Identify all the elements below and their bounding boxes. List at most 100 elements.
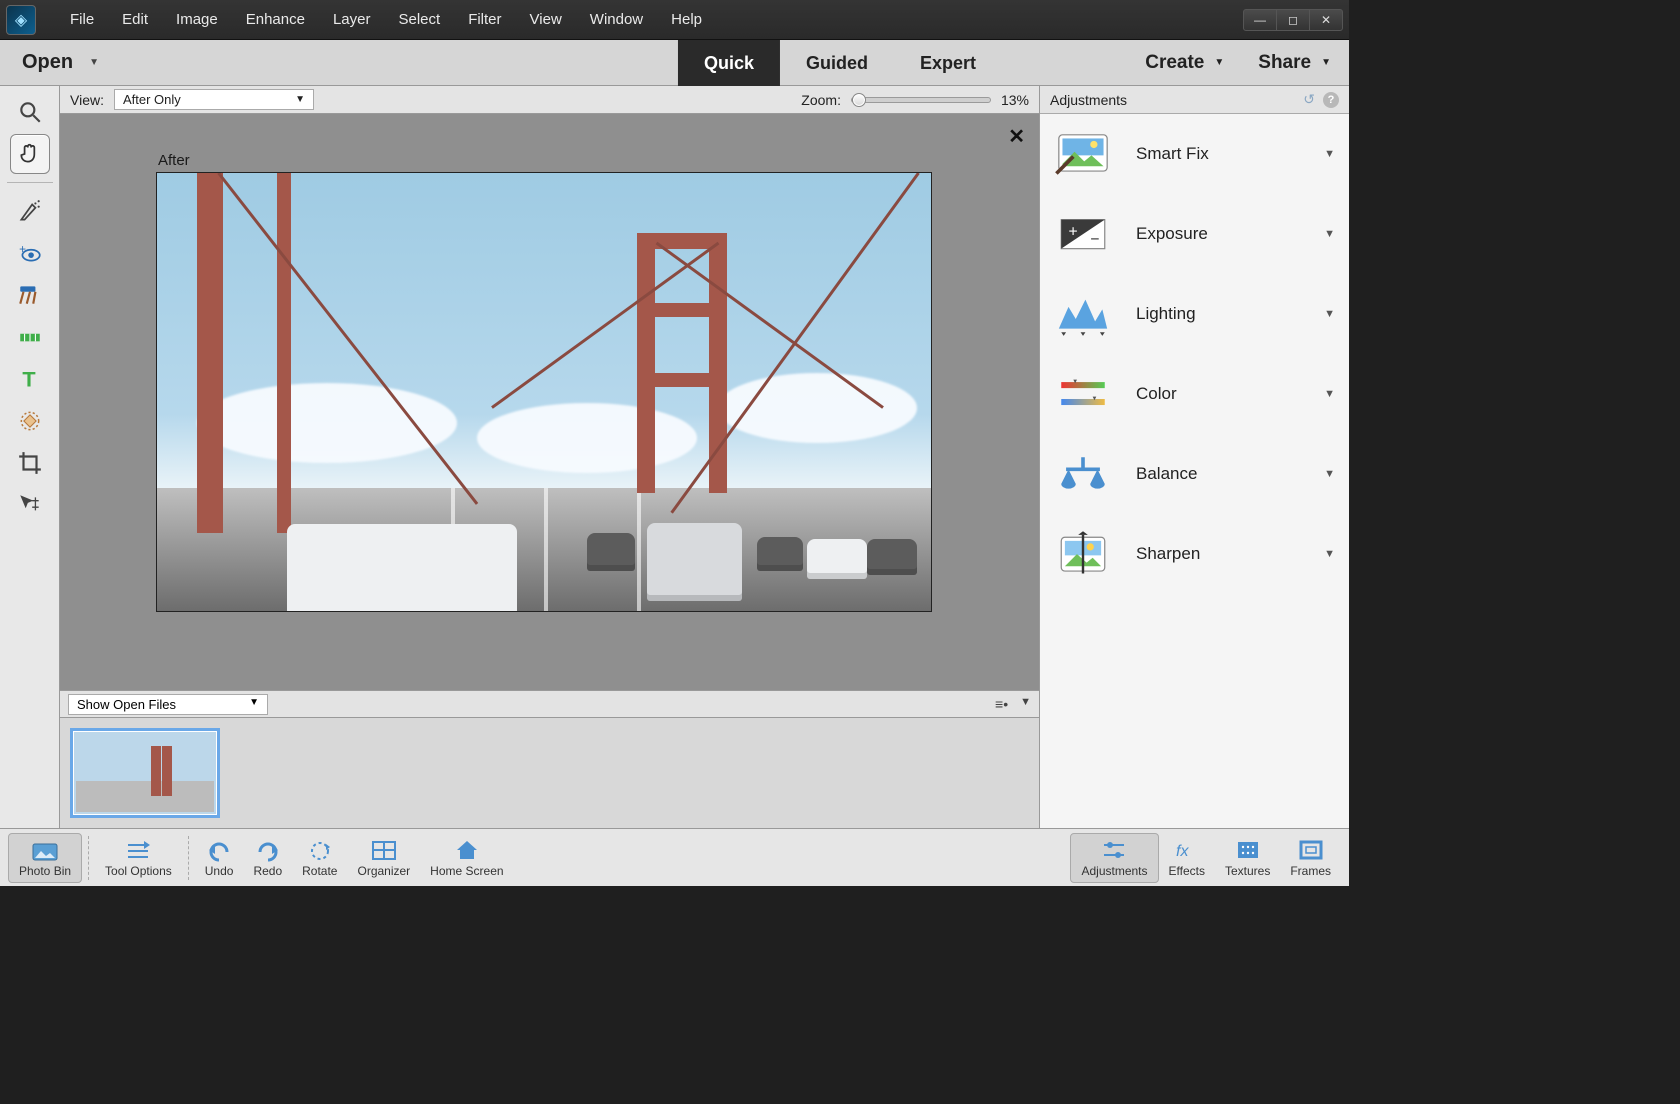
canvas-area: ✕ After (60, 114, 1039, 690)
undo-button[interactable]: Undo (195, 834, 244, 882)
tab-expert[interactable]: Expert (894, 40, 1002, 86)
tool-whiten-teeth[interactable] (10, 275, 50, 315)
tab-quick[interactable]: Quick (678, 40, 780, 86)
menu-select[interactable]: Select (384, 5, 454, 34)
image-canvas[interactable] (156, 172, 932, 612)
sharpen-icon (1054, 530, 1112, 578)
share-label: Share (1258, 52, 1311, 74)
tool-divider (7, 182, 53, 183)
adj-label: Lighting (1136, 304, 1300, 324)
redo-button[interactable]: Redo (243, 834, 292, 882)
btn-label: Tool Options (105, 864, 172, 878)
menu-edit[interactable]: Edit (108, 5, 162, 34)
photo-thumbnail[interactable] (70, 728, 220, 818)
effects-tab-button[interactable]: fx Effects (1159, 833, 1215, 883)
tool-text[interactable]: T (10, 359, 50, 399)
collapse-icon[interactable]: ▼ (1020, 696, 1031, 712)
mode-tabs: Quick Guided Expert (678, 40, 1002, 86)
adj-exposure[interactable]: +− Exposure ▼ (1040, 194, 1349, 274)
photo-bin-button[interactable]: Photo Bin (8, 833, 82, 883)
center-column: View: After Only ▼ Zoom: 13% ✕ After (60, 86, 1039, 828)
create-button[interactable]: Create▼ (1145, 52, 1224, 74)
share-button[interactable]: Share ▼ (1258, 52, 1331, 74)
exposure-icon: +− (1054, 210, 1112, 258)
btn-label: Organizer (357, 864, 410, 878)
menu-help[interactable]: Help (657, 5, 716, 34)
smart-fix-icon (1054, 130, 1112, 178)
maximize-button[interactable]: ◻ (1276, 9, 1310, 31)
adj-label: Sharpen (1136, 544, 1300, 564)
reset-icon[interactable]: ↺ (1303, 91, 1315, 108)
bin-select-value: Show Open Files (77, 697, 176, 712)
tab-guided[interactable]: Guided (780, 40, 894, 86)
rotate-button[interactable]: Rotate (292, 834, 347, 882)
chevron-down-icon: ▼ (1324, 388, 1335, 400)
adj-balance[interactable]: Balance ▼ (1040, 434, 1349, 514)
chevron-down-icon: ▼ (1321, 57, 1331, 68)
chevron-down-icon: ▼ (1324, 468, 1335, 480)
view-label: View: (70, 92, 104, 108)
open-button[interactable]: Open ▼ (0, 40, 121, 85)
balance-icon (1054, 450, 1112, 498)
textures-tab-button[interactable]: Textures (1215, 833, 1280, 883)
tool-crop[interactable] (10, 443, 50, 483)
menu-enhance[interactable]: Enhance (232, 5, 319, 34)
menu-window[interactable]: Window (576, 5, 657, 34)
tool-options-button[interactable]: Tool Options (95, 834, 182, 882)
menu-filter[interactable]: Filter (454, 5, 515, 34)
adj-label: Balance (1136, 464, 1300, 484)
bottom-right-group: Adjustments fx Effects Textures Frames (1070, 833, 1341, 883)
tool-hand[interactable] (10, 134, 50, 174)
menu-image[interactable]: Image (162, 5, 232, 34)
divider (188, 836, 189, 880)
adj-lighting[interactable]: Lighting ▼ (1040, 274, 1349, 354)
adjustments-panel: Adjustments ↺ ? Smart Fix ▼ +− Exposure … (1039, 86, 1349, 828)
view-select[interactable]: After Only ▼ (114, 89, 314, 110)
help-icon[interactable]: ? (1323, 92, 1339, 108)
btn-label: Textures (1225, 864, 1270, 878)
view-select-value: After Only (123, 92, 181, 107)
tool-quick-selection[interactable] (10, 191, 50, 231)
right-actions: Create▼ Share ▼ (1145, 40, 1349, 85)
secondary-bar: Open ▼ Quick Guided Expert Create▼ Share… (0, 40, 1349, 86)
tool-redeye[interactable]: + (10, 233, 50, 273)
after-label: After (158, 152, 190, 169)
adjustments-tab-button[interactable]: Adjustments (1070, 833, 1158, 883)
zoom-slider[interactable] (851, 97, 991, 103)
adjustments-header: Adjustments ↺ ? (1040, 86, 1349, 114)
adj-label: Exposure (1136, 224, 1300, 244)
chevron-down-icon: ▼ (1214, 57, 1224, 68)
tool-straighten[interactable] (10, 317, 50, 357)
frames-tab-button[interactable]: Frames (1280, 833, 1341, 883)
tool-move[interactable] (10, 485, 50, 525)
chevron-down-icon: ▼ (1324, 228, 1335, 240)
main-area: + T View: After Only ▼ Zoom: 13% ✕ After (0, 86, 1349, 828)
zoom-value: 13% (1001, 92, 1029, 108)
close-document-button[interactable]: ✕ (1008, 124, 1025, 149)
btn-label: Rotate (302, 864, 337, 878)
btn-label: Photo Bin (19, 864, 71, 878)
zoom-slider-thumb[interactable] (852, 93, 866, 107)
svg-text:T: T (22, 367, 35, 392)
minimize-button[interactable]: — (1243, 9, 1277, 31)
svg-text:−: − (1090, 231, 1099, 248)
organizer-button[interactable]: Organizer (347, 834, 420, 882)
btn-label: Undo (205, 864, 234, 878)
home-screen-button[interactable]: Home Screen (420, 834, 513, 882)
zoom-controls: Zoom: 13% (801, 92, 1029, 108)
close-button[interactable]: ✕ (1309, 9, 1343, 31)
adj-sharpen[interactable]: Sharpen ▼ (1040, 514, 1349, 594)
adj-color[interactable]: Color ▼ (1040, 354, 1349, 434)
menu-view[interactable]: View (516, 5, 576, 34)
list-options-icon[interactable]: ≡• (995, 696, 1008, 712)
adj-smart-fix[interactable]: Smart Fix ▼ (1040, 114, 1349, 194)
chevron-down-icon: ▼ (1324, 308, 1335, 320)
btn-label: Redo (253, 864, 282, 878)
color-icon (1054, 370, 1112, 418)
tool-spot-heal[interactable] (10, 401, 50, 441)
divider (88, 836, 89, 880)
tool-zoom[interactable] (10, 92, 50, 132)
bin-select[interactable]: Show Open Files ▼ (68, 694, 268, 715)
menu-file[interactable]: File (56, 5, 108, 34)
menu-layer[interactable]: Layer (319, 5, 385, 34)
